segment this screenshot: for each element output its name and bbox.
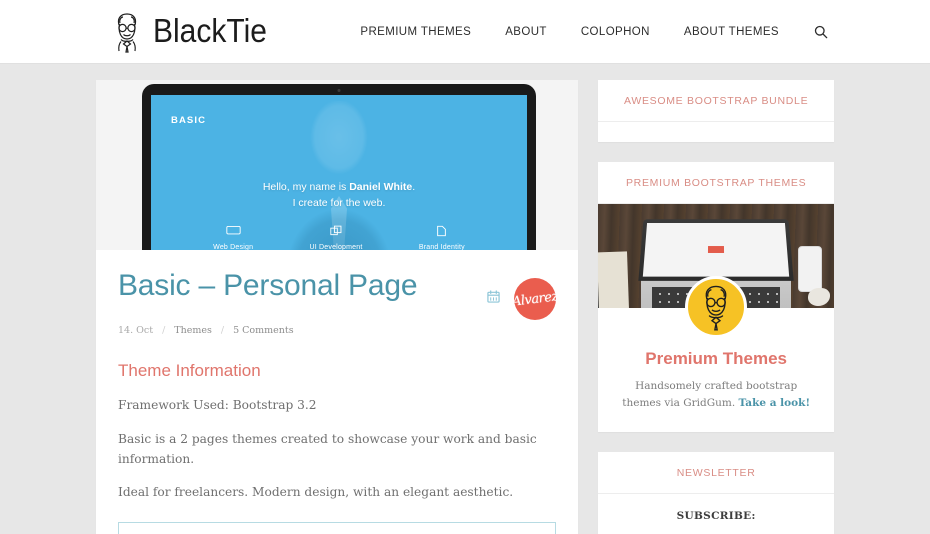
framework-line: Framework Used: Bootstrap 3.2 [118, 398, 317, 412]
post-category[interactable]: Themes [174, 325, 212, 336]
post-date: 14. Oct [118, 325, 154, 336]
widget-body [598, 122, 834, 142]
monitor-icon [213, 223, 253, 239]
post-comments[interactable]: 5 Comments [233, 325, 294, 336]
site-logo[interactable]: BlackTie [110, 11, 267, 53]
widget-title: NEWSLETTER [598, 452, 834, 494]
subscribe-label: SUBSCRIBE: [676, 510, 756, 522]
widget-title: AWESOME BOOTSTRAP BUNDLE [598, 80, 834, 122]
featured-image[interactable]: BASIC Hello, my name is Daniel White. I … [96, 80, 579, 250]
hero-name: Daniel White [349, 181, 413, 193]
sidebar: AWESOME BOOTSTRAP BUNDLE PREMIUM BOOTSTR… [598, 80, 834, 534]
laptop-screen [642, 222, 790, 277]
post-title[interactable]: Basic – Personal Page [118, 268, 487, 303]
hero-line-2: I create for the web. [292, 197, 386, 209]
hero-prefix: Hello, my name is [262, 181, 350, 193]
post-article: BASIC Hello, my name is Daniel White. I … [96, 80, 579, 534]
nav-item-colophon[interactable]: COLOPHON [564, 26, 667, 38]
preview-services: Web Design UI Development Brand Identity [151, 223, 527, 250]
main-content: BASIC Hello, my name is Daniel White. I … [96, 80, 579, 534]
page-body: BASIC Hello, my name is Daniel White. I … [0, 64, 930, 534]
preview-hero-text: Hello, my name is Daniel White. I create… [151, 179, 527, 211]
tag-icon [419, 223, 465, 239]
post-excerpt-line-1: Basic is a 2 pages themes created to sho… [118, 432, 537, 466]
newsletter-body: SUBSCRIBE: [598, 494, 834, 534]
calendar-icon[interactable] [487, 290, 500, 308]
service-web-design: Web Design [213, 223, 253, 250]
blacktie-face-logo-icon [110, 11, 144, 53]
post-body: Basic – Personal Page Alvarez 14. Oct / … [96, 250, 578, 534]
promo-content: Premium Themes Handsomely crafted bootst… [598, 276, 834, 432]
service-ui-development: UI Development [310, 223, 363, 250]
meta-separator: / [220, 325, 225, 336]
laptop-lid [638, 219, 794, 281]
continue-reading-button[interactable]: Continue reading... [118, 522, 557, 534]
widget-newsletter: NEWSLETTER SUBSCRIBE: [598, 452, 834, 534]
service-brand-identity: Brand Identity [419, 223, 465, 250]
blacktie-face-avatar-icon [685, 276, 748, 338]
laptop-mockup: BASIC Hello, my name is Daniel White. I … [142, 84, 536, 250]
nav-item-about[interactable]: ABOUT [488, 26, 564, 38]
nav-item-about-themes[interactable]: ABOUT THEMES [667, 26, 796, 38]
post-meta: 14. Oct / Themes / 5 Comments [118, 325, 556, 336]
promo-link[interactable]: Take a look! [739, 397, 811, 409]
webcam-dot [337, 89, 341, 92]
promo-heading[interactable]: Premium Themes [614, 349, 818, 369]
section-heading: Theme Information [118, 361, 261, 380]
post-title-icons: Alvarez [487, 268, 557, 320]
author-badge-label: Alvarez [514, 288, 557, 310]
meta-separator: / [162, 325, 166, 336]
screen-cta-button [708, 245, 725, 253]
author-badge[interactable]: Alvarez [514, 278, 557, 320]
post-title-row: Basic – Personal Page Alvarez [118, 268, 557, 320]
preview-logo: BASIC [171, 115, 207, 126]
widget-premium-bootstrap-themes: PREMIUM BOOTSTRAP THEMES Premium Themes … [598, 162, 834, 432]
hero-suffix: . [412, 181, 416, 193]
brand-name: BlackTie [153, 12, 267, 50]
site-header: BlackTie PREMIUM THEMES ABOUT COLOPHON A… [0, 0, 930, 64]
layers-icon [310, 223, 363, 239]
theme-preview-screen: BASIC Hello, my name is Daniel White. I … [151, 95, 527, 250]
main-navigation: PREMIUM THEMES ABOUT COLOPHON ABOUT THEM… [343, 25, 834, 39]
search-icon[interactable] [796, 25, 834, 39]
post-excerpt-line-2: Ideal for freelancers. Modern design, wi… [118, 485, 514, 499]
nav-item-premium-themes[interactable]: PREMIUM THEMES [343, 26, 488, 38]
widget-awesome-bootstrap-bundle: AWESOME BOOTSTRAP BUNDLE [598, 80, 834, 142]
widget-title: PREMIUM BOOTSTRAP THEMES [598, 162, 834, 204]
promo-description: Handsomely crafted bootstrap themes via … [614, 378, 818, 412]
